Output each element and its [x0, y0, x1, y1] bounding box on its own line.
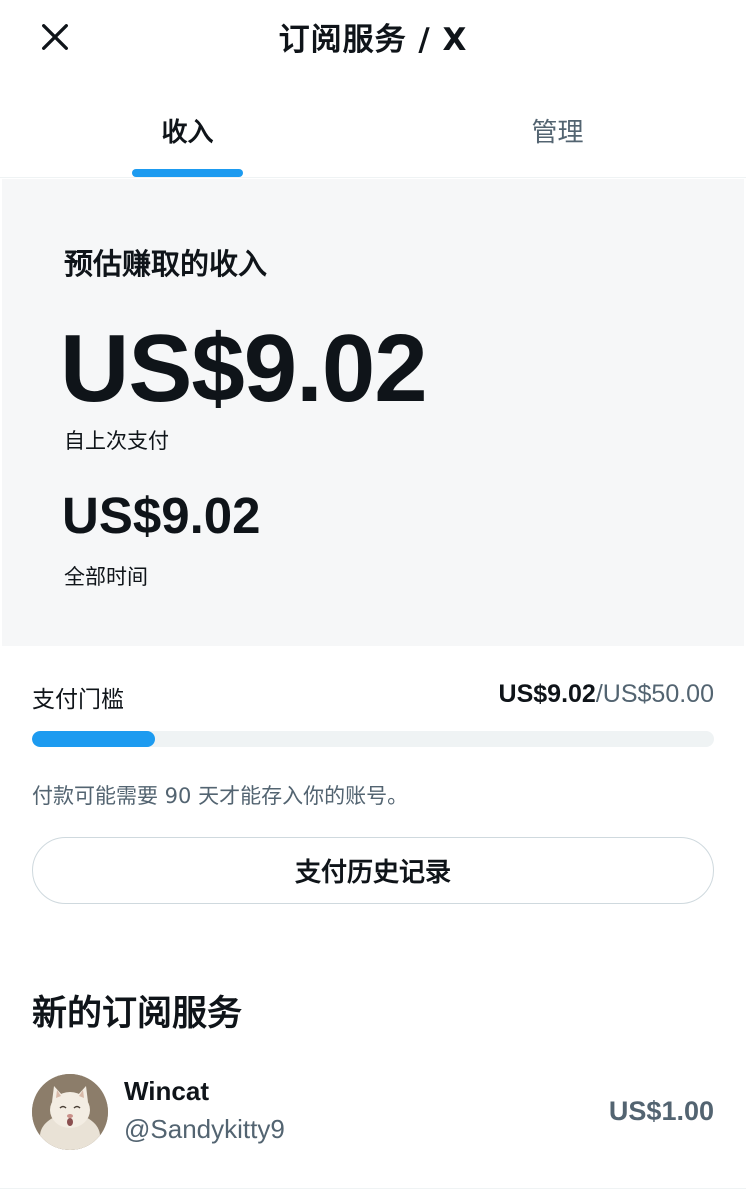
subscriber-handle: @Sandykitty9: [124, 1114, 285, 1144]
page-title: 订阅服务 / X: [278, 22, 468, 58]
tab-manage[interactable]: 管理: [470, 92, 645, 178]
threshold-target: US$50.00: [602, 680, 714, 708]
tab-income[interactable]: 收入: [100, 92, 275, 178]
payout-threshold-values: US$9.02/US$50.00: [499, 680, 714, 709]
cat-avatar[interactable]: [32, 1074, 108, 1150]
since-last-payout-amount: US$9.02: [60, 315, 428, 422]
subscriber-row[interactable]: Wincat @Sandykitty9 US$1.00: [0, 1066, 746, 1162]
payout-history-button[interactable]: 支付历史记录: [32, 837, 714, 904]
all-time-amount: US$9.02: [62, 487, 261, 544]
cat-avatar-icon: [32, 1074, 108, 1150]
new-subscriptions-title: 新的订阅服务: [32, 994, 243, 1034]
threshold-separator: /: [595, 680, 603, 708]
earnings-card: 预估赚取的收入 US$9.02 自上次支付 US$9.02 全部时间: [2, 179, 744, 646]
active-tab-indicator: [132, 169, 243, 177]
subscriber-amount: US$1.00: [608, 1096, 714, 1126]
payout-threshold-label: 支付门槛: [32, 687, 124, 713]
payout-history-label: 支付历史记录: [294, 858, 451, 888]
payout-progress-fill: [32, 731, 155, 747]
divider: [0, 1188, 746, 1189]
threshold-current: US$9.02: [498, 680, 596, 708]
since-last-payout-label: 自上次支付: [64, 429, 169, 453]
payout-progress-bar: [32, 731, 714, 747]
tab-manage-label: 管理: [531, 118, 584, 148]
all-time-label: 全部时间: [64, 565, 148, 589]
payout-note: 付款可能需要 90 天才能存入你的账号。: [32, 784, 409, 808]
subscriber-name: Wincat: [124, 1076, 209, 1106]
earnings-title: 预估赚取的收入: [64, 247, 268, 281]
top-bar: 订阅服务 / X: [0, 0, 746, 76]
tab-bar: 收入 管理: [0, 92, 746, 178]
